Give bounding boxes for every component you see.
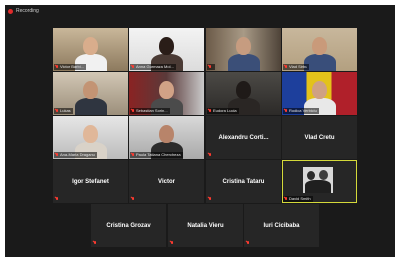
participant-name: Vlad Sirbu [289, 64, 308, 69]
profile-photo [303, 167, 333, 193]
muted-mic-icon [208, 65, 212, 69]
participant-tile[interactable]: Igor Stefanet [53, 160, 128, 203]
participant-name: Eudora Lucia [213, 108, 237, 113]
muted-mic-icon [170, 241, 174, 245]
participant-name-large: Alexandru Corti... [218, 134, 269, 141]
recording-indicator[interactable]: Recording [5, 5, 398, 17]
muted-mic-icon [131, 197, 135, 201]
participant-caption: Vlad Sirbu [283, 64, 310, 70]
participant-name: Paula Tatiana Chercheza [136, 152, 181, 157]
participant-caption: Sebastian Sorin... [130, 108, 170, 114]
participant-name-large: Cristina Tataru [222, 178, 265, 185]
participant-name: Rodica Verbiciu [289, 108, 317, 113]
participant-caption [207, 196, 214, 202]
muted-mic-icon [284, 197, 288, 201]
participant-tile[interactable] [206, 28, 281, 71]
muted-mic-icon [55, 153, 59, 157]
participant-name: Victor Barbi... [60, 64, 84, 69]
participant-tile[interactable]: Victor [129, 160, 204, 203]
participant-tile[interactable]: Paula Tatiana Chercheza [129, 116, 204, 159]
participant-caption [54, 196, 61, 202]
participant-tile[interactable]: Victor Barbi... [53, 28, 128, 71]
participant-caption [130, 196, 137, 202]
participant-name-large: Victor [158, 178, 175, 185]
participant-tile[interactable]: Lukas [53, 72, 128, 115]
participant-name-large: Igor Stefanet [72, 178, 109, 185]
participant-caption: Victor Barbi... [54, 64, 86, 70]
participant-caption [245, 240, 252, 246]
participant-caption [92, 240, 99, 246]
participant-caption: Paula Tatiana Chercheza [130, 152, 183, 158]
muted-mic-icon [55, 197, 59, 201]
participant-tile[interactable]: Rodica Verbiciu [282, 72, 357, 115]
muted-mic-icon [55, 65, 59, 69]
participant-name: Ana-Maria Draganu [60, 152, 95, 157]
participant-name: Sebastian Sorin... [136, 108, 168, 113]
participant-video [206, 28, 281, 71]
muted-mic-icon [55, 109, 59, 113]
participant-caption: Rodica Verbiciu [283, 108, 319, 114]
recording-label: Recording [16, 8, 39, 14]
participant-caption: David Smith [283, 196, 313, 202]
participant-caption: Eudora Lucia [207, 108, 239, 114]
muted-mic-icon [284, 65, 288, 69]
participant-tile[interactable]: Alexandru Corti... [206, 116, 281, 159]
participant-tile[interactable]: Cristina Tataru [206, 160, 281, 203]
participant-tile[interactable]: David Smith [282, 160, 357, 203]
recording-dot-icon [8, 8, 13, 14]
muted-mic-icon [131, 65, 135, 69]
muted-mic-icon [131, 109, 135, 113]
participant-tile[interactable]: Ana-Maria Draganu [53, 116, 128, 159]
participant-tile[interactable]: Vlad Cretu [282, 116, 357, 159]
muted-mic-icon [208, 153, 212, 157]
participant-tile[interactable]: Natalia Vieru [168, 204, 243, 247]
participant-tile[interactable]: Iuri Cicibaba [244, 204, 319, 247]
participant-name: David Smith [289, 196, 311, 201]
zoom-meeting-window: Recording Victor Barbi... Anna Gurmaza Mo… [5, 5, 395, 257]
participant-name-large: Cristina Grozav [106, 222, 151, 229]
muted-mic-icon [131, 153, 135, 157]
participant-caption [207, 64, 215, 70]
participant-tile[interactable]: Sebastian Sorin... [129, 72, 204, 115]
muted-mic-icon [208, 197, 212, 201]
participant-tile[interactable]: Eudora Lucia [206, 72, 281, 115]
muted-mic-icon [208, 109, 212, 113]
participant-caption [207, 152, 214, 158]
participant-caption [169, 240, 176, 246]
participant-name-large: Iuri Cicibaba [263, 222, 300, 229]
participant-name-large: Vlad Cretu [304, 134, 335, 141]
participant-caption: Lukas [54, 108, 73, 114]
participant-caption: Anna Gurmaza Mol... [130, 64, 176, 70]
muted-mic-icon [246, 241, 250, 245]
participant-name: Lukas [60, 108, 71, 113]
participant-caption: Ana-Maria Draganu [54, 152, 97, 158]
participant-name-large: Natalia Vieru [187, 222, 224, 229]
muted-mic-icon [284, 109, 288, 113]
muted-mic-icon [93, 241, 97, 245]
participant-tile[interactable]: Anna Gurmaza Mol... [129, 28, 204, 71]
participant-name: Anna Gurmaza Mol... [136, 64, 174, 69]
participant-tile[interactable]: Cristina Grozav [91, 204, 166, 247]
participant-tile[interactable]: Vlad Sirbu [282, 28, 357, 71]
